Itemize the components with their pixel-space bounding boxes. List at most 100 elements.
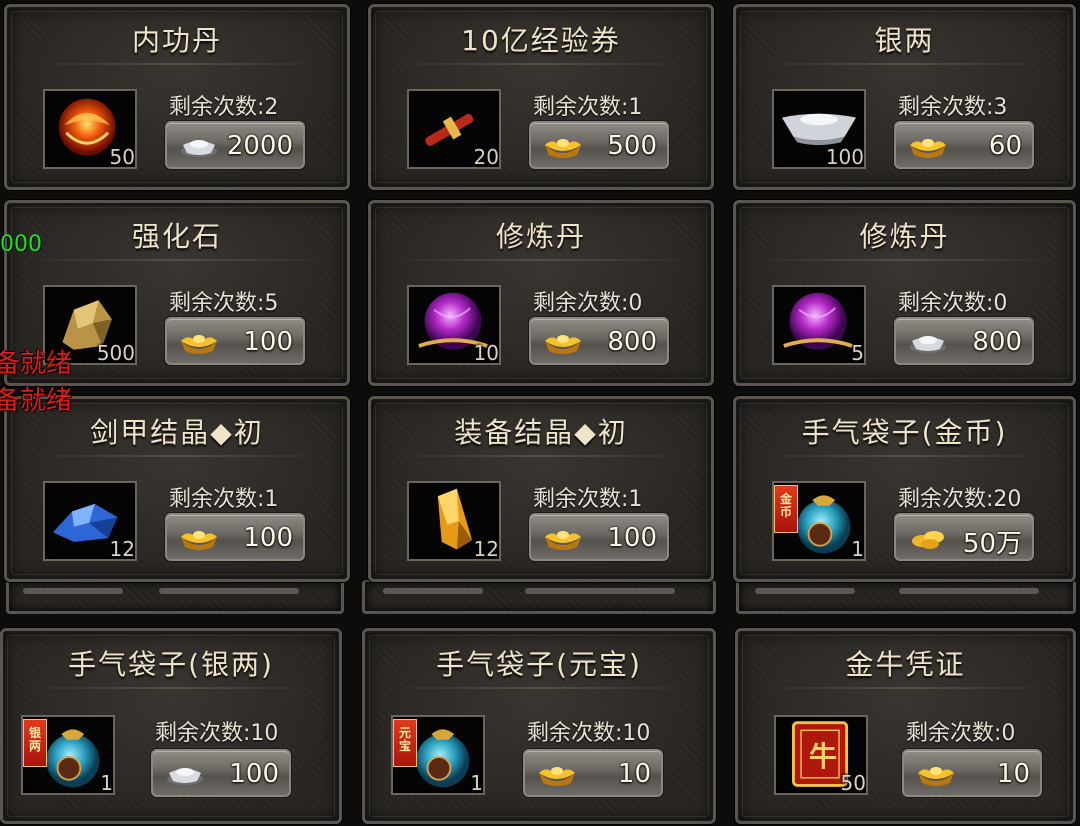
remaining-count: 剩余次数:0 (898, 285, 1007, 317)
remaining-label: 剩余次数: (898, 291, 994, 316)
remaining-value: 2 (264, 95, 279, 120)
item-slot[interactable]: 元宝 1 (391, 715, 485, 795)
item-title: 装备结晶◆初 (454, 416, 628, 449)
price-label: 10 (996, 759, 1030, 789)
remaining-value: 20 (993, 487, 1022, 512)
item-slot[interactable]: 50 (43, 89, 137, 169)
item-title: 强化石 (131, 220, 222, 253)
remaining-label: 剩余次数: (169, 95, 265, 120)
remaining-label: 剩余次数: (898, 487, 994, 512)
remaining-value: 3 (993, 95, 1008, 120)
remaining-count: 剩余次数:0 (533, 285, 642, 317)
price-label: 800 (607, 327, 657, 357)
buy-button[interactable]: 100 (151, 749, 291, 797)
buy-button[interactable]: 50万 (894, 513, 1034, 561)
title-divider (383, 687, 695, 689)
shop-item-card: 手气袋子(元宝) 元宝 1 剩余次数:10 10 (362, 628, 716, 824)
remaining-count: 剩余次数:3 (898, 89, 1007, 121)
item-title: 修炼丹 (495, 220, 586, 253)
item-slot[interactable]: 100 (772, 89, 866, 169)
item-quantity: 500 (96, 341, 135, 365)
buy-button[interactable]: 800 (529, 317, 669, 365)
price-label: 100 (243, 327, 293, 357)
buy-button[interactable]: 2000 (165, 121, 305, 169)
remaining-count: 剩余次数:1 (533, 481, 642, 513)
item-quantity: 20 (473, 145, 499, 169)
currency-ribbon: 银两 (23, 719, 47, 767)
item-quantity: 5 (851, 341, 864, 365)
item-slot[interactable]: 10 (407, 285, 501, 365)
title-divider (21, 687, 321, 689)
item-slot[interactable]: 5 (772, 285, 866, 365)
buy-button[interactable]: 10 (902, 749, 1042, 797)
item-title: 银两 (874, 24, 935, 57)
title-divider (389, 455, 693, 457)
buy-button[interactable]: 100 (529, 513, 669, 561)
item-title: 金牛凭证 (845, 648, 966, 681)
voucher-glyph: 牛 (808, 740, 837, 773)
item-slot[interactable]: 12 (43, 481, 137, 561)
remaining-value: 0 (1001, 721, 1016, 746)
item-slot[interactable]: 12 (407, 481, 501, 561)
item-slot[interactable]: 银两 1 (21, 715, 115, 795)
remaining-count: 剩余次数:5 (169, 285, 278, 317)
shop-item-card: 修炼丹 10 剩余次数:0 800 (368, 200, 714, 386)
item-slot[interactable]: 20 (407, 89, 501, 169)
shop-item-card: 内功丹 50 剩余次数:2 2000 (4, 4, 350, 190)
hidden-row-peek (6, 580, 344, 614)
item-title: 手气袋子(元宝) (436, 648, 642, 681)
shop-item-card: 剑甲结晶◆初 12 剩余次数:1 100 (4, 396, 350, 582)
remaining-count: 剩余次数:10 (527, 715, 650, 747)
item-slot[interactable]: 牛 50 (774, 715, 868, 795)
remaining-value: 1 (264, 487, 279, 512)
shop-item-card: 手气袋子(银两) 银两 1 剩余次数:10 100 (0, 628, 342, 824)
item-quantity: 1 (100, 771, 113, 795)
item-title: 剑甲结晶◆初 (90, 416, 264, 449)
title-divider (754, 455, 1055, 457)
title-divider (25, 63, 329, 65)
buy-button[interactable]: 60 (894, 121, 1034, 169)
item-quantity: 50 (109, 145, 135, 169)
item-title: 手气袋子(银两) (68, 648, 274, 681)
item-slot[interactable]: 金币 1 (772, 481, 866, 561)
buy-button[interactable]: 10 (523, 749, 663, 797)
buy-button[interactable]: 500 (529, 121, 669, 169)
item-quantity: 1 (470, 771, 483, 795)
buy-button[interactable]: 100 (165, 513, 305, 561)
buy-button[interactable]: 800 (894, 317, 1034, 365)
item-title: 手气袋子(金币) (801, 416, 1008, 449)
remaining-label: 剩余次数: (906, 721, 1002, 746)
remaining-label: 剩余次数: (533, 487, 629, 512)
item-title: 10亿经验券 (461, 24, 621, 57)
price-label: 2000 (226, 131, 293, 161)
title-divider (389, 259, 693, 261)
item-title: 修炼丹 (859, 220, 950, 253)
remaining-value: 5 (264, 291, 279, 316)
remaining-label: 剩余次数: (155, 721, 251, 746)
item-quantity: 12 (473, 537, 499, 561)
hidden-row-peek (736, 580, 1076, 614)
item-title: 内功丹 (131, 24, 222, 57)
item-quantity: 10 (473, 341, 499, 365)
title-divider (756, 687, 1055, 689)
price-label: 60 (988, 131, 1022, 161)
currency-ribbon: 元宝 (393, 719, 417, 767)
currency-ribbon: 金币 (774, 485, 798, 533)
remaining-label: 剩余次数: (169, 291, 265, 316)
remaining-label: 剩余次数: (898, 95, 994, 120)
price-label: 100 (607, 523, 657, 553)
item-quantity: 1 (851, 537, 864, 561)
remaining-label: 剩余次数: (533, 95, 629, 120)
title-divider (754, 259, 1055, 261)
remaining-label: 剩余次数: (527, 721, 623, 746)
remaining-value: 0 (628, 291, 643, 316)
remaining-count: 剩余次数:20 (898, 481, 1021, 513)
buy-button[interactable]: 100 (165, 317, 305, 365)
shop-item-card: 金牛凭证 牛 50 剩余次数:0 10 (735, 628, 1076, 824)
remaining-count: 剩余次数:1 (169, 481, 278, 513)
shop-item-card: 修炼丹 5 剩余次数:0 800 (733, 200, 1076, 386)
remaining-count: 剩余次数:2 (169, 89, 278, 121)
shop-item-card: 10亿经验券 20 剩余次数:1 500 (368, 4, 714, 190)
remaining-value: 10 (622, 721, 651, 746)
item-quantity: 12 (109, 537, 135, 561)
